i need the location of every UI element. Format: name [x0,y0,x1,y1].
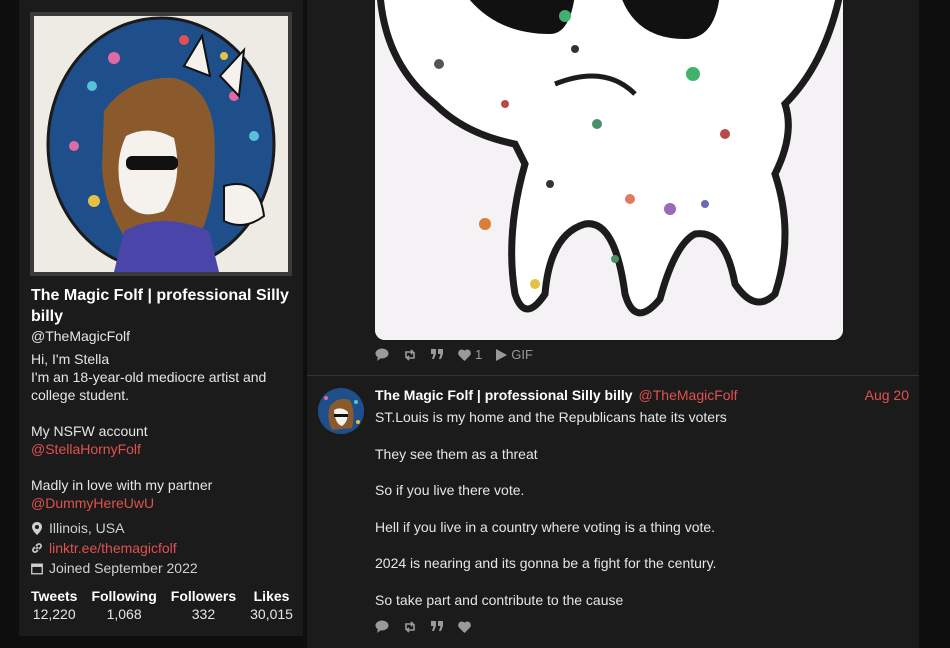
profile-website: linktr.ee/themagicfolf [31,540,293,556]
retweet-icon [405,348,415,361]
tweet-line: So take part and contribute to the cause [375,591,624,608]
gif-play-button[interactable]: GIF [496,347,533,362]
partner-link[interactable]: @DummyHereUwU [31,494,293,512]
stat-value: 12,220 [32,606,76,622]
profile-sidebar: The Magic Folf | professional Silly bill… [19,0,303,636]
retweet-icon [405,620,415,633]
nsfw-account-link[interactable]: @StellaHornyFolf [31,440,293,458]
like-icon [458,621,471,633]
tweet-header: The Magic Folf | professional Silly bill… [375,387,909,403]
stat-following[interactable]: Following 1,068 [91,588,156,622]
website-link[interactable]: linktr.ee/themagicfolf [49,540,177,556]
tweet-body: ST.Louis is my home and the Republicans … [375,408,905,627]
profile-joined: Joined September 2022 [31,560,293,576]
bio-line: My NSFW account [31,423,148,439]
bio-line: I'm an 18-year-old mediocre artist and c… [31,369,267,403]
tweet-author-handle[interactable]: @TheMagicFolf [639,387,738,403]
timeline: 1 GIF The Magic Folf | professional Sill… [307,0,919,648]
tweet-actions [375,620,471,633]
link-icon [31,541,43,555]
joined-text: Joined September 2022 [49,560,198,576]
stat-value: 30,015 [250,606,293,622]
retweet-button[interactable] [403,620,417,633]
quote-button[interactable] [431,349,444,360]
location-text: Illinois, USA [49,520,125,536]
tweet-line: They see them as a threat [375,445,538,462]
like-button[interactable] [458,621,471,633]
profile-stats: Tweets 12,220 Following 1,068 Followers … [31,588,293,622]
tweet-media-gif[interactable] [375,0,843,340]
tweet-line: 2024 is nearing and its gonna be a fight… [375,555,717,571]
tweet-line: ST.Louis is my home and the Republicans … [375,409,727,425]
media-post-actions: 1 GIF [375,347,533,362]
tweet-line: Hell if you live in a country where voti… [375,518,716,535]
tweet-author-avatar[interactable] [318,388,364,434]
stat-tweets[interactable]: Tweets 12,220 [31,588,77,622]
like-icon [458,349,471,361]
profile-display-name: The Magic Folf | professional Silly bill… [31,287,289,325]
stat-likes[interactable]: Likes 30,015 [250,588,293,622]
quote-icon [431,621,443,631]
quote-icon [431,349,443,359]
bio-line: Hi, I'm Stella [31,351,110,367]
bio-line: Madly in love with my partner [31,477,213,493]
profile-handle: @TheMagicFolf [31,328,131,344]
quote-button[interactable] [431,621,444,632]
stat-label: Followers [170,588,237,604]
tweet-divider [307,375,919,376]
play-icon [496,348,508,361]
like-count: 1 [475,347,483,362]
profile-avatar[interactable] [30,12,292,276]
location-icon [31,521,43,535]
stat-label: Following [91,588,157,604]
like-button[interactable]: 1 [458,347,482,362]
page-margin [919,0,950,648]
stat-value: 1,068 [106,606,142,622]
profile-location: Illinois, USA [31,520,293,536]
gif-label: GIF [511,347,533,362]
tweet-line: So if you live there vote. [375,482,525,498]
profile-avatar-art [34,16,288,272]
calendar-icon [31,561,43,575]
stat-value: 332 [191,606,216,622]
stat-label: Tweets [31,588,78,604]
retweet-button[interactable] [403,348,417,361]
profile-bio: Hi, I'm Stella I'm an 18-year-old medioc… [31,350,293,512]
reply-icon [375,620,389,633]
stat-followers[interactable]: Followers 332 [171,588,236,622]
reply-icon [375,348,389,361]
stat-label: Likes [253,588,290,604]
tweet-author-name[interactable]: The Magic Folf | professional Silly bill… [375,387,633,403]
reply-button[interactable] [375,620,389,633]
tweet-date[interactable]: Aug 20 [865,387,909,403]
reply-button[interactable] [375,348,389,361]
